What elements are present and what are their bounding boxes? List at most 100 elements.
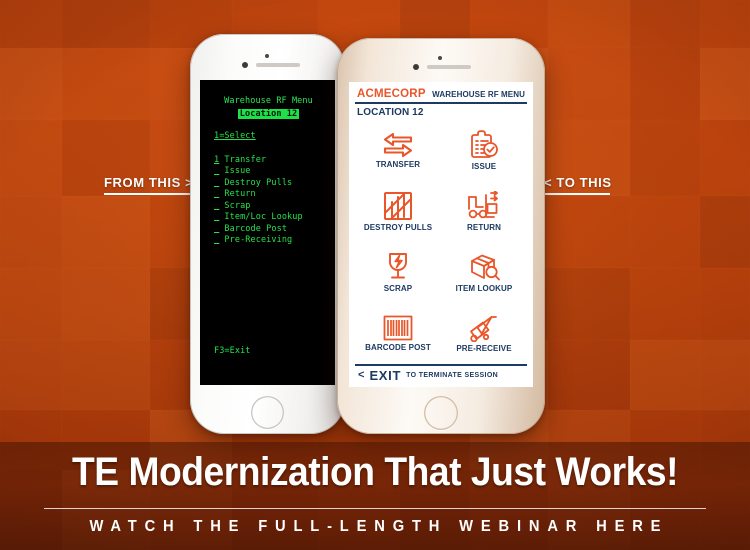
background-tile	[548, 0, 630, 48]
background-tile	[700, 120, 750, 196]
tile-return[interactable]: RETURN	[441, 181, 527, 242]
background-tile	[630, 0, 700, 48]
legacy-terminal-screen[interactable]: Warehouse RF Menu Location 12 1=Select 1…	[200, 80, 335, 385]
terminal-menu-item-label: Issue	[219, 166, 251, 176]
tile-label: RETURN	[467, 223, 501, 232]
tile-barcode-post[interactable]: BARCODE POST	[355, 303, 441, 364]
background-tile	[62, 0, 150, 48]
box-magnifier-icon	[468, 252, 500, 282]
tile-label: SCRAP	[383, 284, 413, 293]
modern-app-screen[interactable]: ACMECORP WAREHOUSE RF MENU LOCATION 12 T…	[349, 82, 533, 387]
hand-truck-icon	[468, 314, 500, 342]
tile-label: PRE-RECEIVE	[456, 344, 512, 353]
tile-scrap[interactable]: SCRAP	[355, 242, 441, 303]
location-label: LOCATION 12	[357, 107, 424, 118]
terminal-menu-item-label: Pre-Receiving	[219, 235, 293, 245]
legacy-phone: Warehouse RF Menu Location 12 1=Select 1…	[190, 34, 345, 434]
tile-issue[interactable]: ISSUE	[441, 120, 527, 181]
terminal-menu-item: _ Return	[214, 189, 327, 201]
background-tile	[548, 48, 630, 120]
terminal-title: Warehouse RF Menu	[224, 96, 313, 106]
label-to-this-text: < TO THIS	[544, 175, 612, 190]
tile-label: ISSUE	[471, 162, 497, 171]
terminal-menu-item-label: Item/Loc Lookup	[219, 212, 303, 222]
background-tile	[630, 268, 700, 340]
background-tile	[700, 196, 750, 268]
clipboard-check-icon	[470, 130, 498, 160]
terminal-menu-item-label: Transfer	[219, 154, 267, 165]
tile-label: DESTROY PULLS	[363, 223, 433, 232]
app-header-title: WAREHOUSE RF MENU	[432, 90, 525, 99]
app-header: ACMECORP WAREHOUSE RF MENU	[355, 87, 527, 104]
transfer-arrows-icon	[381, 132, 415, 158]
background-tile	[0, 340, 62, 410]
terminal-menu-list: 1 Transfer _ Issue _ Destroy Pulls _ Return…	[214, 155, 327, 247]
background-tile	[0, 0, 62, 48]
earpiece-speaker-icon	[256, 63, 300, 67]
broken-glass-icon	[385, 252, 411, 282]
label-from-this-rule	[104, 193, 200, 195]
tile-destroy-pulls[interactable]: DESTROY PULLS	[355, 181, 441, 242]
terminal-menu-item: _ Pre-Receiving	[214, 235, 327, 247]
exit-chevron-icon: <	[358, 369, 365, 381]
promo-banner: TE Modernization That Just Works! WATCH …	[0, 442, 750, 550]
rf-application: ACMECORP WAREHOUSE RF MENU LOCATION 12 T…	[349, 82, 533, 387]
terminal-menu-item: _ Barcode Post	[214, 224, 327, 236]
terminal-menu-item: 1 Transfer	[214, 155, 327, 167]
tile-pre-receive[interactable]: PRE-RECEIVE	[441, 303, 527, 364]
front-camera-icon	[242, 62, 248, 68]
background-tile	[62, 196, 150, 268]
terminal-menu-item-label: Return	[219, 189, 256, 199]
background-tile	[700, 268, 750, 340]
background-tile	[630, 340, 700, 410]
banner-divider	[44, 508, 706, 509]
home-button[interactable]	[424, 396, 458, 430]
terminal-prompt-text: 1=Select	[214, 131, 256, 141]
tile-label: BARCODE POST	[365, 343, 431, 352]
tile-label: TRANSFER	[375, 160, 421, 169]
terminal-spacer	[210, 120, 327, 131]
label-to-this: < TO THIS	[544, 175, 612, 195]
front-camera-icon	[413, 64, 419, 70]
background-tile	[0, 196, 62, 268]
exit-button-label[interactable]: EXIT	[369, 369, 401, 382]
tile-transfer[interactable]: TRANSFER	[355, 120, 441, 181]
app-footer[interactable]: < EXIT TO TERMINATE SESSION	[355, 364, 527, 383]
background-tile	[630, 196, 700, 268]
background-tile	[548, 268, 630, 340]
terminal-exit-hint: F3=Exit	[214, 345, 251, 356]
background-tile	[0, 120, 62, 196]
background-tile	[0, 268, 62, 340]
background-tile	[700, 0, 750, 48]
banner-headline: TE Modernization That Just Works!	[71, 450, 679, 494]
terminal-output: Warehouse RF Menu Location 12 1=Select 1…	[200, 80, 335, 385]
barcode-icon	[383, 315, 413, 341]
tile-item-lookup[interactable]: ITEM LOOKUP	[441, 242, 527, 303]
earpiece-speaker-icon	[427, 65, 471, 69]
forklift-icon	[467, 191, 501, 221]
background-tile	[62, 340, 150, 410]
terminal-menu-item-label: Scrap	[219, 200, 251, 211]
promo-graphic: FROM THIS > < TO THIS Warehouse RF Menu …	[0, 0, 750, 550]
background-tile	[62, 48, 150, 120]
terminal-menu-item: _ Issue	[214, 166, 327, 178]
proximity-sensor-icon	[265, 54, 269, 58]
terminal-menu-item-label: Destroy Pulls	[219, 177, 293, 188]
background-tile	[630, 48, 700, 120]
terminal-location-value: Location 12	[237, 108, 300, 119]
label-from-this: FROM THIS >	[104, 175, 200, 195]
background-tile	[62, 268, 150, 340]
background-tile	[548, 196, 630, 268]
exit-note: TO TERMINATE SESSION	[406, 372, 499, 379]
crate-crossed-icon	[383, 191, 413, 221]
background-tile	[548, 340, 630, 410]
terminal-menu-item: _ Destroy Pulls	[214, 178, 327, 190]
banner-subheadline[interactable]: WATCH THE FULL-LENGTH WEBINAR HERE	[30, 518, 720, 536]
label-to-this-rule	[544, 193, 610, 195]
tile-label: ITEM LOOKUP	[455, 284, 513, 293]
proximity-sensor-icon	[438, 56, 442, 60]
brand-logo: ACMECORP	[357, 88, 426, 100]
menu-tile-grid: TRANSFER ISSUE DESTROY PULLS RETURN SCRA…	[355, 119, 527, 364]
home-button[interactable]	[251, 396, 284, 429]
terminal-menu-item: _ Scrap	[214, 201, 327, 213]
